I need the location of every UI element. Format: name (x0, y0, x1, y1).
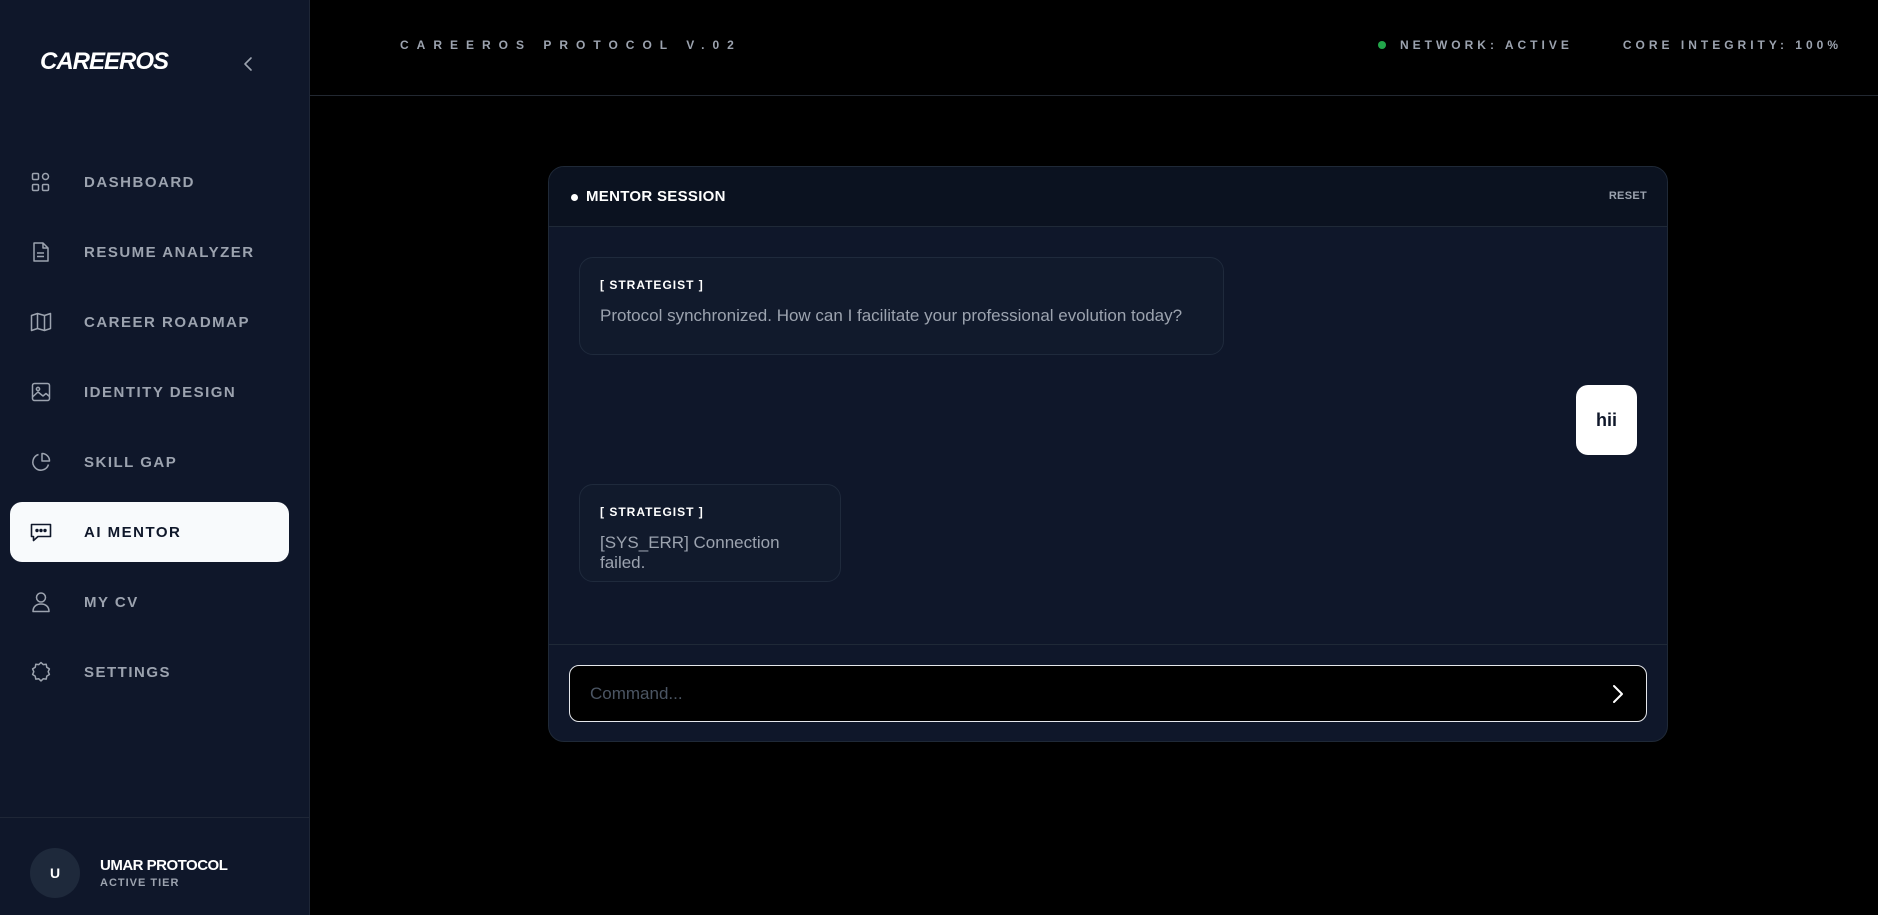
sidebar-item-label: SETTINGS (84, 663, 172, 681)
gear-icon (30, 661, 52, 683)
sidebar-item-label: IDENTITY DESIGN (84, 383, 237, 401)
message-text: [SYS_ERR] Connection failed. (600, 533, 780, 572)
status-indicators: NETWORK: ACTIVE CORE INTEGRITY: 100% (1377, 38, 1842, 52)
core-integrity-label: CORE INTEGRITY: 100% (1622, 38, 1842, 52)
session-status-dot-icon (571, 194, 578, 201)
avatar: U (30, 848, 80, 898)
chevron-right-icon (1613, 685, 1623, 703)
user-panel[interactable]: U UMAR PROTOCOL ACTIVE TIER (0, 817, 310, 915)
user-name: UMAR PROTOCOL (100, 857, 228, 874)
map-icon (30, 311, 52, 333)
pie-chart-icon (30, 451, 52, 473)
core-integrity-status: CORE INTEGRITY: 100% (1623, 38, 1842, 52)
sidebar-item-label: RESUME ANALYZER (84, 243, 255, 261)
sidebar-item-skill-gap[interactable]: SKILL GAP (10, 432, 289, 492)
chat-icon (30, 521, 52, 543)
image-icon (30, 381, 52, 403)
chevron-left-icon (244, 57, 252, 71)
grid-icon (30, 171, 52, 193)
chat-message-bot: [ STRATEGIST ] [SYS_ERR] Connection fail… (579, 484, 841, 582)
sidebar-item-label: DASHBOARD (84, 173, 195, 191)
mentor-chat-panel: MENTOR SESSION RESET [ STRATEGIST ] Prot… (548, 166, 1668, 742)
sidebar-item-label: MY CV (84, 593, 139, 611)
send-button[interactable] (1605, 681, 1631, 707)
sidebar-item-label: CAREER ROADMAP (84, 313, 251, 331)
chat-message-user: hii (1576, 385, 1637, 455)
sidebar-collapse-button[interactable] (236, 50, 260, 78)
sidebar-item-label: AI MENTOR (84, 523, 182, 541)
chat-message-bot: [ STRATEGIST ] Protocol synchronized. Ho… (579, 257, 1224, 355)
sidebar-item-resume-analyzer[interactable]: RESUME ANALYZER (10, 222, 289, 282)
chat-header: MENTOR SESSION RESET (549, 167, 1667, 227)
brand-logo: CAREEROS (40, 48, 169, 75)
sidebar-item-dashboard[interactable]: DASHBOARD (10, 152, 289, 212)
sidebar-nav: DASHBOARD RESUME ANALYZER CAREER ROADMAP… (10, 152, 289, 712)
sidebar-item-settings[interactable]: SETTINGS (10, 642, 289, 702)
app-window: CAREEROS DASHBOARD RESUME ANALYZER CAREE… (0, 0, 1878, 915)
message-text: Protocol synchronized. How can I facilit… (600, 306, 1183, 325)
sidebar-item-career-roadmap[interactable]: CAREER ROADMAP (10, 292, 289, 352)
sidebar-item-label: SKILL GAP (84, 453, 178, 471)
message-sender: [ STRATEGIST ] (600, 505, 704, 519)
user-icon (30, 591, 52, 613)
network-status-label: NETWORK: ACTIVE (1399, 38, 1573, 52)
topbar: CAREEROS PROTOCOL V.02 NETWORK: ACTIVE C… (310, 0, 1878, 96)
chat-title: MENTOR SESSION (586, 188, 726, 205)
chat-input-area (549, 644, 1667, 741)
network-status: NETWORK: ACTIVE (1377, 38, 1573, 52)
reset-button[interactable]: RESET (1609, 190, 1647, 202)
user-tier: ACTIVE TIER (100, 877, 180, 889)
page-title: CAREEROS PROTOCOL V.02 (400, 38, 742, 52)
sidebar-item-identity-design[interactable]: IDENTITY DESIGN (10, 362, 289, 422)
command-input[interactable] (569, 665, 1647, 722)
status-dot-icon (1377, 41, 1386, 49)
sidebar-item-ai-mentor[interactable]: AI MENTOR (10, 502, 289, 562)
sidebar-item-my-cv[interactable]: MY CV (10, 572, 289, 632)
message-sender: [ STRATEGIST ] (600, 278, 704, 292)
document-icon (30, 241, 52, 263)
sidebar: CAREEROS DASHBOARD RESUME ANALYZER CAREE… (0, 0, 310, 915)
